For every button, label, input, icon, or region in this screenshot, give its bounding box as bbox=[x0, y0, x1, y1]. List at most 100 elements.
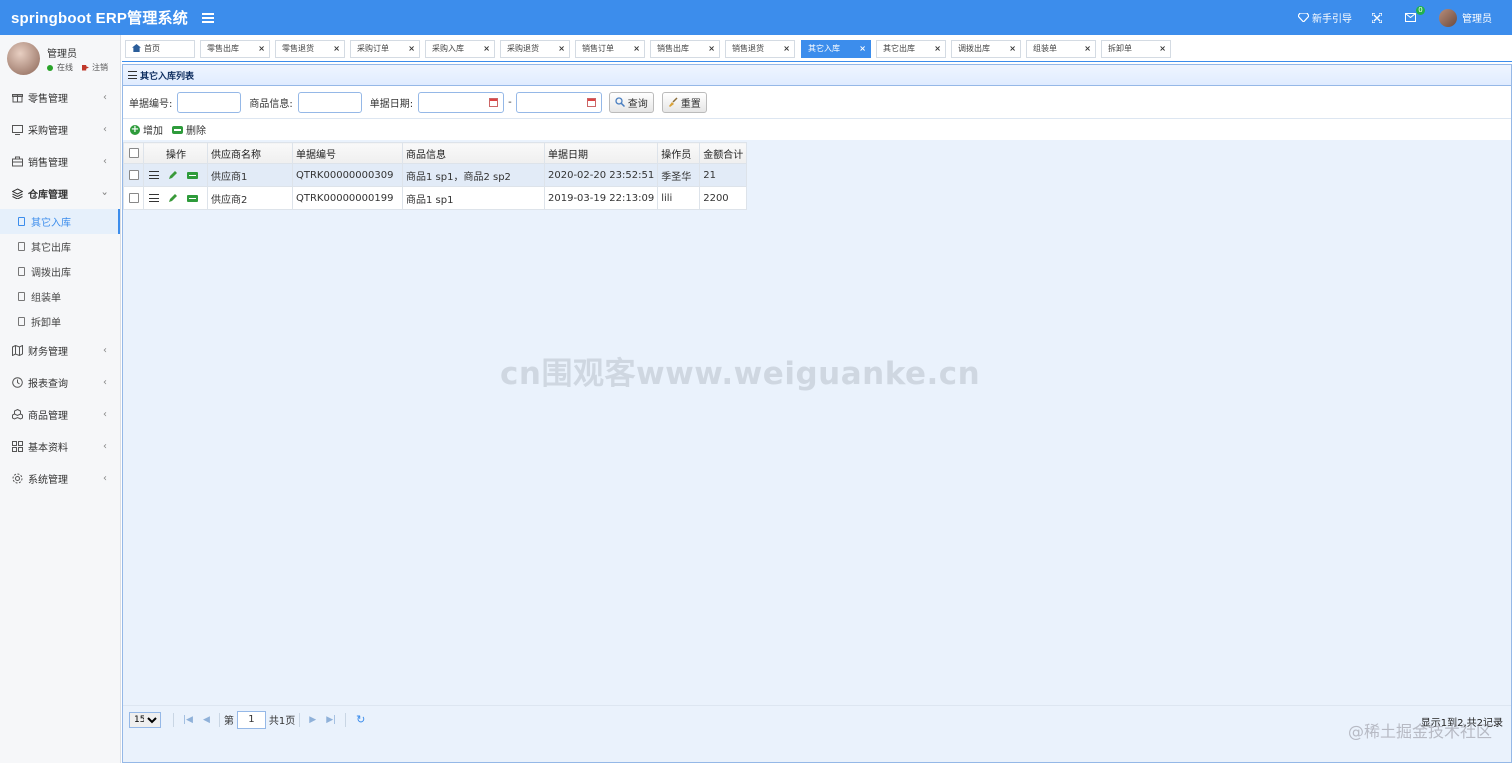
guide-link[interactable]: 新手引导 bbox=[1298, 10, 1352, 25]
tab-disassembly[interactable]: 拆卸单 × bbox=[1101, 40, 1171, 58]
table-row[interactable]: 供应商1 QTRK00000000309 商品1 sp1，商品2 sp2 202… bbox=[123, 163, 748, 187]
close-icon[interactable]: × bbox=[708, 41, 715, 57]
sidebar-item-retail[interactable]: 零售管理 ‹ bbox=[0, 81, 120, 113]
refresh-icon[interactable]: ↻ bbox=[356, 713, 365, 726]
first-page-icon[interactable]: |◀ bbox=[183, 715, 193, 725]
sidebar-item-warehouse[interactable]: 仓库管理 ‹ bbox=[0, 177, 120, 209]
col-header-date[interactable]: 单据日期 bbox=[543, 142, 659, 164]
tab-purchase-order[interactable]: 采购订单 × bbox=[350, 40, 420, 58]
row-select-cell bbox=[123, 163, 144, 187]
sidebar-item-basic-data[interactable]: 基本资料 ‹ bbox=[0, 430, 120, 462]
query-button[interactable]: 查询 bbox=[608, 91, 654, 113]
product-input[interactable] bbox=[297, 91, 362, 113]
brush-icon bbox=[668, 97, 678, 107]
reset-button[interactable]: 重置 bbox=[661, 91, 707, 113]
delete-button[interactable]: 删除 bbox=[172, 122, 206, 137]
row-checkbox[interactable] bbox=[128, 193, 139, 203]
sidebar-item-system[interactable]: 系统管理 ‹ bbox=[0, 462, 120, 494]
fullscreen-button[interactable] bbox=[1372, 12, 1385, 23]
delete-row-icon[interactable] bbox=[187, 171, 198, 179]
data-table: 操作 供应商名称 单据编号 商品信息 单据日期 操作员 金额合计 供应商1 QT… bbox=[123, 142, 748, 210]
edit-pencil-icon[interactable] bbox=[168, 193, 178, 203]
delete-row-icon[interactable] bbox=[187, 194, 198, 202]
close-icon[interactable]: × bbox=[483, 41, 490, 57]
expand-icon bbox=[1372, 12, 1382, 23]
chevron-left-icon: ‹ bbox=[103, 441, 107, 452]
doc-no-input[interactable] bbox=[177, 91, 242, 113]
close-icon[interactable]: × bbox=[783, 41, 790, 57]
detail-list-icon[interactable] bbox=[149, 171, 159, 179]
sidebar-sub-other-inbound[interactable]: 其它入库 bbox=[0, 209, 120, 234]
prev-page-icon[interactable]: ◀ bbox=[203, 715, 210, 725]
date-start-input[interactable] bbox=[418, 91, 505, 113]
list-icon bbox=[128, 71, 137, 79]
page-icon bbox=[18, 267, 25, 276]
close-icon[interactable]: × bbox=[1009, 41, 1016, 57]
tab-sales-return[interactable]: 销售退货 × bbox=[725, 40, 795, 58]
calendar-icon[interactable] bbox=[586, 97, 596, 107]
mail-button[interactable]: 0 bbox=[1405, 6, 1425, 22]
col-header-total[interactable]: 金额合计 bbox=[699, 142, 748, 164]
page-size-select[interactable]: 15 bbox=[129, 711, 161, 728]
sidebar-sub-disassembly[interactable]: 拆卸单 bbox=[0, 309, 120, 334]
panel-header: 其它入库列表 bbox=[123, 65, 1511, 86]
close-icon[interactable]: × bbox=[934, 41, 941, 57]
tab-label: 零售出库 bbox=[207, 44, 239, 53]
close-icon[interactable]: × bbox=[333, 41, 340, 57]
clock-icon bbox=[12, 376, 23, 388]
page-number-input[interactable]: 1 bbox=[236, 710, 266, 729]
next-page-icon[interactable]: ▶ bbox=[309, 715, 316, 725]
table-row[interactable]: 供应商2 QTRK00000000199 商品1 sp1 2019-03-19 … bbox=[123, 186, 748, 210]
close-icon[interactable]: × bbox=[258, 41, 265, 57]
col-header-operator[interactable]: 操作员 bbox=[657, 142, 701, 164]
tab-assembly[interactable]: 组装单 × bbox=[1026, 40, 1096, 58]
tab-home[interactable]: 首页 bbox=[125, 40, 195, 58]
sidebar-item-products[interactable]: 商品管理 ‹ bbox=[0, 398, 120, 430]
close-icon[interactable]: × bbox=[1159, 41, 1166, 57]
sidebar-sub-transfer-outbound[interactable]: 调拨出库 bbox=[0, 259, 120, 284]
sidebar-sub-other-outbound[interactable]: 其它出库 bbox=[0, 234, 120, 259]
col-header-actions[interactable]: 操作 bbox=[143, 142, 208, 164]
close-icon[interactable]: × bbox=[558, 41, 565, 57]
tab-other-inbound[interactable]: 其它入库 × bbox=[801, 40, 871, 58]
tab-sales-outbound[interactable]: 销售出库 × bbox=[650, 40, 720, 58]
close-icon[interactable]: × bbox=[408, 41, 415, 57]
tab-retail-outbound[interactable]: 零售出库 × bbox=[200, 40, 270, 58]
col-header-supplier[interactable]: 供应商名称 bbox=[207, 142, 293, 164]
sidebar-item-finance[interactable]: 财务管理 ‹ bbox=[0, 334, 120, 366]
last-page-icon[interactable]: ▶| bbox=[326, 715, 336, 725]
avatar bbox=[1439, 8, 1457, 27]
col-header-doc-no[interactable]: 单据编号 bbox=[292, 142, 403, 164]
close-icon[interactable]: × bbox=[1084, 41, 1091, 57]
close-icon[interactable]: × bbox=[633, 41, 640, 57]
tab-purchase-return[interactable]: 采购退货 × bbox=[500, 40, 570, 58]
sidebar-item-sales[interactable]: 销售管理 ‹ bbox=[0, 145, 120, 177]
select-all-checkbox[interactable] bbox=[128, 148, 139, 158]
cell-supplier: 供应商1 bbox=[207, 163, 293, 187]
sidebar-item-reports[interactable]: 报表查询 ‹ bbox=[0, 366, 120, 398]
add-button[interactable]: + 增加 bbox=[130, 122, 163, 137]
tab-sales-order[interactable]: 销售订单 × bbox=[575, 40, 645, 58]
chevron-left-icon: ‹ bbox=[103, 156, 107, 167]
edit-pencil-icon[interactable] bbox=[168, 170, 178, 180]
row-actions bbox=[143, 186, 208, 210]
tab-retail-return[interactable]: 零售退货 × bbox=[275, 40, 345, 58]
sidebar-item-purchase[interactable]: 采购管理 ‹ bbox=[0, 113, 120, 145]
tab-purchase-inbound[interactable]: 采购入库 × bbox=[425, 40, 495, 58]
tab-other-outbound[interactable]: 其它出库 × bbox=[876, 40, 946, 58]
close-icon[interactable]: × bbox=[859, 41, 866, 57]
diamond-icon bbox=[1298, 13, 1309, 22]
detail-list-icon[interactable] bbox=[149, 194, 159, 202]
menu-toggle-icon[interactable] bbox=[201, 12, 214, 23]
calendar-icon[interactable] bbox=[489, 97, 499, 107]
delete-icon bbox=[172, 125, 183, 134]
row-checkbox[interactable] bbox=[128, 170, 139, 180]
tab-transfer-outbound[interactable]: 调拨出库 × bbox=[951, 40, 1021, 58]
briefcase-icon bbox=[12, 156, 23, 167]
col-header-products[interactable]: 商品信息 bbox=[402, 142, 545, 164]
tab-label: 销售退货 bbox=[732, 44, 764, 53]
user-menu[interactable]: 管理员 bbox=[1439, 8, 1492, 27]
sidebar-sub-assembly[interactable]: 组装单 bbox=[0, 284, 120, 309]
date-end-input[interactable] bbox=[515, 91, 602, 113]
logout-link[interactable]: 注销 bbox=[82, 62, 108, 73]
